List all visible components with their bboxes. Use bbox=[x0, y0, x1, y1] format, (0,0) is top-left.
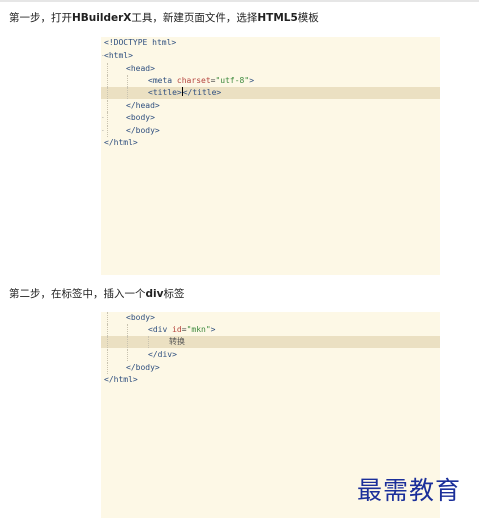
indent-guide bbox=[127, 336, 128, 348]
step-1-text: 第一步，打开 bbox=[9, 12, 72, 24]
head-open-token: <head> bbox=[126, 64, 155, 73]
code-line: - <body> bbox=[101, 112, 440, 124]
div-tag-token: <div bbox=[148, 325, 168, 334]
body-close-token: </body> bbox=[126, 126, 160, 135]
code-screenshot-1: <!DOCTYPE html> - <html> <head> <meta ch… bbox=[101, 37, 440, 275]
code-line: <head> bbox=[101, 63, 440, 75]
step-1-text-suffix: 模板 bbox=[297, 12, 319, 24]
indent-guide bbox=[107, 125, 108, 137]
watermark-logo: 最需教育 bbox=[357, 476, 462, 505]
step-2-text-suffix: 标签 bbox=[163, 288, 185, 300]
head-close-token: </head> bbox=[126, 101, 160, 110]
code-line: </head> bbox=[101, 100, 440, 112]
indent-guide bbox=[127, 87, 128, 99]
indent-guide bbox=[107, 324, 108, 336]
code-line-highlighted: <title></title> bbox=[101, 87, 440, 99]
indent-guide bbox=[107, 349, 108, 361]
indent-guide bbox=[107, 312, 108, 324]
id-value-token: "mkn" bbox=[186, 325, 211, 334]
div-bracket-token: > bbox=[210, 325, 216, 334]
code-line: <body> bbox=[101, 312, 440, 324]
title-close-token: </title> bbox=[182, 88, 222, 97]
meta-tag-token: <meta bbox=[148, 76, 173, 85]
step-2-bold-div: div bbox=[145, 288, 164, 300]
step-1-text-mid: 工具，新建页面文件，选择 bbox=[131, 12, 258, 24]
code-line: - <html> bbox=[101, 50, 440, 62]
div-close-token: </div> bbox=[148, 350, 177, 359]
indent-guide bbox=[127, 75, 128, 87]
fold-marker-icon: - bbox=[101, 114, 105, 121]
doctype-token: <!DOCTYPE html> bbox=[104, 38, 177, 47]
step-2-text: 第二步，在标签中，插入一个 bbox=[9, 288, 146, 300]
code-line: - </body> bbox=[101, 125, 440, 137]
meta-close-token: > bbox=[249, 76, 255, 85]
top-divider bbox=[0, 0, 479, 2]
code-line: </div> bbox=[101, 349, 440, 361]
code-line: <meta charset="utf-8"> bbox=[101, 75, 440, 87]
step-2-instruction: 第二步，在标签中，插入一个div标签 bbox=[9, 287, 184, 301]
indent-guide bbox=[107, 336, 108, 348]
div-text-content: 转换 bbox=[169, 337, 185, 346]
html-close-token: </html> bbox=[104, 375, 138, 384]
indent-guide bbox=[127, 324, 128, 336]
id-attr-token: id bbox=[172, 325, 182, 334]
body-open-token: <body> bbox=[126, 313, 155, 322]
fold-marker-icon: - bbox=[101, 127, 105, 134]
indent-guide bbox=[148, 336, 149, 348]
html-close-token: </html> bbox=[104, 138, 138, 147]
code-line: </html> bbox=[101, 137, 440, 149]
code-line-highlighted: 转换 bbox=[101, 336, 440, 348]
step-1-bold-html5: HTML5 bbox=[257, 12, 298, 24]
charset-value-token: "utf-8" bbox=[215, 76, 250, 85]
indent-guide bbox=[107, 100, 108, 112]
code-line: </html> bbox=[101, 374, 440, 386]
indent-guide bbox=[127, 349, 128, 361]
code-line: <div id="mkn"> bbox=[101, 324, 440, 336]
step-1-bold-hbuilderx: HBuilderX bbox=[72, 12, 132, 24]
indent-guide bbox=[107, 63, 108, 75]
indent-guide bbox=[107, 87, 108, 99]
indent-guide bbox=[107, 112, 108, 124]
charset-attr-token: charset bbox=[176, 76, 211, 85]
step-1-instruction: 第一步，打开HBuilderX工具，新建页面文件，选择HTML5模板 bbox=[9, 11, 319, 25]
body-close-token: </body> bbox=[126, 363, 160, 372]
code-line: <!DOCTYPE html> bbox=[101, 37, 440, 49]
html-open-token: <html> bbox=[104, 51, 133, 60]
code-line: </body> bbox=[101, 362, 440, 374]
title-open-token: <title> bbox=[148, 88, 182, 97]
indent-guide bbox=[107, 362, 108, 374]
body-open-token: <body> bbox=[126, 113, 155, 122]
indent-guide bbox=[107, 75, 108, 87]
